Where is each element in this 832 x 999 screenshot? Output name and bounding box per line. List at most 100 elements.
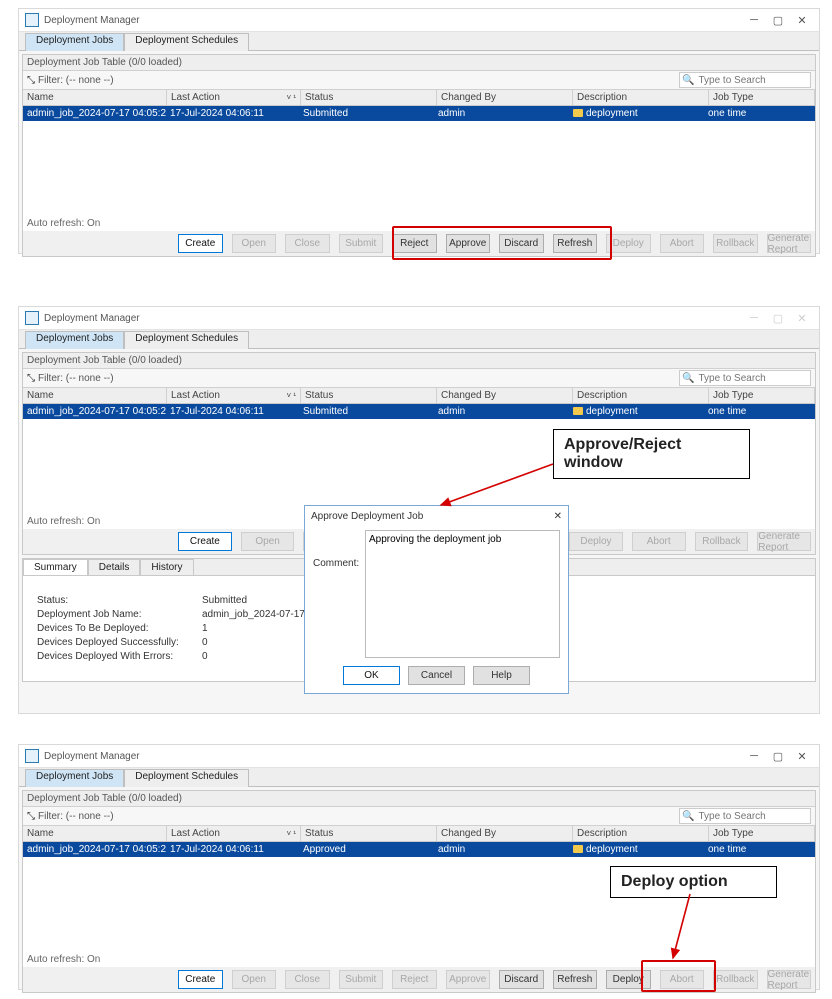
v-deverr: 0 bbox=[202, 651, 208, 662]
deploy-button[interactable]: Deploy bbox=[606, 970, 651, 989]
tab-deployment-jobs[interactable]: Deployment Jobs bbox=[25, 769, 124, 787]
tab-details[interactable]: Details bbox=[88, 559, 141, 575]
search-box[interactable]: 🔍 bbox=[679, 370, 811, 386]
col-name[interactable]: Name bbox=[23, 826, 167, 841]
minimize-button[interactable]: ─ bbox=[743, 310, 765, 326]
filter-expand-icon[interactable]: ⤡ bbox=[27, 373, 35, 384]
tab-deployment-schedules[interactable]: Deployment Schedules bbox=[124, 33, 249, 51]
col-last-action[interactable]: Last Action˅ ¹ bbox=[167, 90, 301, 105]
approve-button[interactable]: Approve bbox=[446, 234, 491, 253]
approve-dialog: Approve Deployment Job ✕ Comment: OK Can… bbox=[304, 505, 569, 694]
folder-icon bbox=[573, 109, 583, 117]
report-button: Generate Report bbox=[757, 532, 811, 551]
search-input[interactable] bbox=[696, 74, 805, 87]
comment-textarea[interactable] bbox=[365, 530, 560, 658]
app-title: Deployment Manager bbox=[44, 313, 741, 324]
abort-button: Abort bbox=[660, 234, 705, 253]
maximize-button[interactable]: ▢ bbox=[767, 748, 789, 764]
col-name[interactable]: Name bbox=[23, 90, 167, 105]
refresh-button[interactable]: Refresh bbox=[553, 970, 598, 989]
app-title: Deployment Manager bbox=[44, 15, 741, 26]
col-last-action[interactable]: Last Action˅ ¹ bbox=[167, 826, 301, 841]
titlebar: Deployment Manager ─ ▢ ✕ bbox=[19, 9, 819, 32]
search-box[interactable]: 🔍 bbox=[679, 808, 811, 824]
submit-button: Submit bbox=[339, 970, 384, 989]
col-job-type[interactable]: Job Type bbox=[709, 388, 815, 403]
cell-description: deployment bbox=[569, 404, 704, 419]
annotation-approve-reject: Approve/Reject window bbox=[553, 429, 750, 479]
deployment-manager-window-1: Deployment Manager ─ ▢ ✕ Deployment Jobs… bbox=[18, 8, 820, 254]
filter-expand-icon[interactable]: ⤡ bbox=[27, 811, 35, 822]
col-status[interactable]: Status bbox=[301, 90, 437, 105]
filter-label: Filter: (-- none --) bbox=[38, 811, 114, 822]
table-row[interactable]: admin_job_2024-07-17 04:05:25.051 17-Jul… bbox=[23, 842, 815, 857]
col-job-type[interactable]: Job Type bbox=[709, 90, 815, 105]
dialog-titlebar: Approve Deployment Job ✕ bbox=[305, 506, 568, 526]
titlebar: Deployment Manager ─ ▢ ✕ bbox=[19, 745, 819, 768]
filter-bar: ⤡ Filter: (-- none --) 🔍 bbox=[23, 807, 815, 826]
tab-deployment-jobs[interactable]: Deployment Jobs bbox=[25, 33, 124, 51]
search-input[interactable] bbox=[696, 372, 805, 385]
tab-history[interactable]: History bbox=[140, 559, 193, 575]
rollback-button: Rollback bbox=[713, 234, 758, 253]
cell-last-action: 17-Jul-2024 04:06:11 bbox=[166, 842, 299, 857]
discard-button[interactable]: Discard bbox=[499, 970, 544, 989]
v-status: Submitted bbox=[202, 595, 247, 606]
cell-last-action: 17-Jul-2024 04:06:11 bbox=[166, 106, 299, 121]
col-description[interactable]: Description bbox=[573, 90, 709, 105]
open-button: Open bbox=[232, 234, 277, 253]
main-tabs: Deployment Jobs Deployment Schedules bbox=[19, 768, 819, 787]
col-changed-by[interactable]: Changed By bbox=[437, 90, 573, 105]
cell-changed-by: admin bbox=[434, 842, 569, 857]
reject-button[interactable]: Reject bbox=[392, 234, 437, 253]
tab-summary[interactable]: Summary bbox=[23, 559, 88, 575]
cell-status: Approved bbox=[299, 842, 434, 857]
dialog-help-button[interactable]: Help bbox=[473, 666, 530, 685]
deploy-button: Deploy bbox=[606, 234, 651, 253]
filter-label: Filter: (-- none --) bbox=[38, 373, 114, 384]
col-status[interactable]: Status bbox=[301, 388, 437, 403]
search-icon: 🔍 bbox=[680, 811, 696, 822]
minimize-button[interactable]: ─ bbox=[743, 12, 765, 28]
submit-button: Submit bbox=[339, 234, 384, 253]
col-job-type[interactable]: Job Type bbox=[709, 826, 815, 841]
minimize-button[interactable]: ─ bbox=[743, 748, 765, 764]
titlebar: Deployment Manager ─ ▢ ✕ bbox=[19, 307, 819, 330]
discard-button[interactable]: Discard bbox=[499, 234, 544, 253]
search-box[interactable]: 🔍 bbox=[679, 72, 811, 88]
tab-deployment-schedules[interactable]: Deployment Schedules bbox=[124, 769, 249, 787]
create-button[interactable]: Create bbox=[178, 234, 223, 253]
tab-deployment-schedules[interactable]: Deployment Schedules bbox=[124, 331, 249, 349]
maximize-button[interactable]: ▢ bbox=[767, 12, 789, 28]
col-status[interactable]: Status bbox=[301, 826, 437, 841]
close-button[interactable]: ✕ bbox=[791, 310, 813, 326]
search-icon: 🔍 bbox=[680, 373, 696, 384]
col-description[interactable]: Description bbox=[573, 826, 709, 841]
col-changed-by[interactable]: Changed By bbox=[437, 388, 573, 403]
dialog-cancel-button[interactable]: Cancel bbox=[408, 666, 465, 685]
close-button[interactable]: ✕ bbox=[791, 748, 813, 764]
table-row[interactable]: admin_job_2024-07-17 04:05:25.051 17-Jul… bbox=[23, 106, 815, 121]
sort-asc-icon: ˅ ¹ bbox=[286, 829, 296, 838]
create-button[interactable]: Create bbox=[178, 970, 223, 989]
maximize-button[interactable]: ▢ bbox=[767, 310, 789, 326]
app-icon bbox=[25, 13, 39, 27]
table-row[interactable]: admin_job_2024-07-17 04:05:25.051 17-Jul… bbox=[23, 404, 815, 419]
col-last-action[interactable]: Last Action˅ ¹ bbox=[167, 388, 301, 403]
table-title: Deployment Job Table (0/0 loaded) bbox=[23, 791, 815, 807]
dialog-close-icon[interactable]: ✕ bbox=[554, 511, 562, 522]
refresh-button[interactable]: Refresh bbox=[553, 234, 598, 253]
tab-deployment-jobs[interactable]: Deployment Jobs bbox=[25, 331, 124, 349]
col-name[interactable]: Name bbox=[23, 388, 167, 403]
search-input[interactable] bbox=[696, 810, 805, 823]
col-changed-by[interactable]: Changed By bbox=[437, 826, 573, 841]
close-button[interactable]: ✕ bbox=[791, 12, 813, 28]
cell-description: deployment bbox=[569, 106, 704, 121]
col-description[interactable]: Description bbox=[573, 388, 709, 403]
button-bar: Create Open Close Submit Reject Approve … bbox=[23, 967, 815, 992]
dialog-ok-button[interactable]: OK bbox=[343, 666, 400, 685]
report-button: Generate Report bbox=[767, 234, 812, 253]
create-button[interactable]: Create bbox=[178, 532, 232, 551]
filter-bar: ⤡ Filter: (-- none --) 🔍 bbox=[23, 71, 815, 90]
filter-expand-icon[interactable]: ⤡ bbox=[27, 75, 35, 86]
